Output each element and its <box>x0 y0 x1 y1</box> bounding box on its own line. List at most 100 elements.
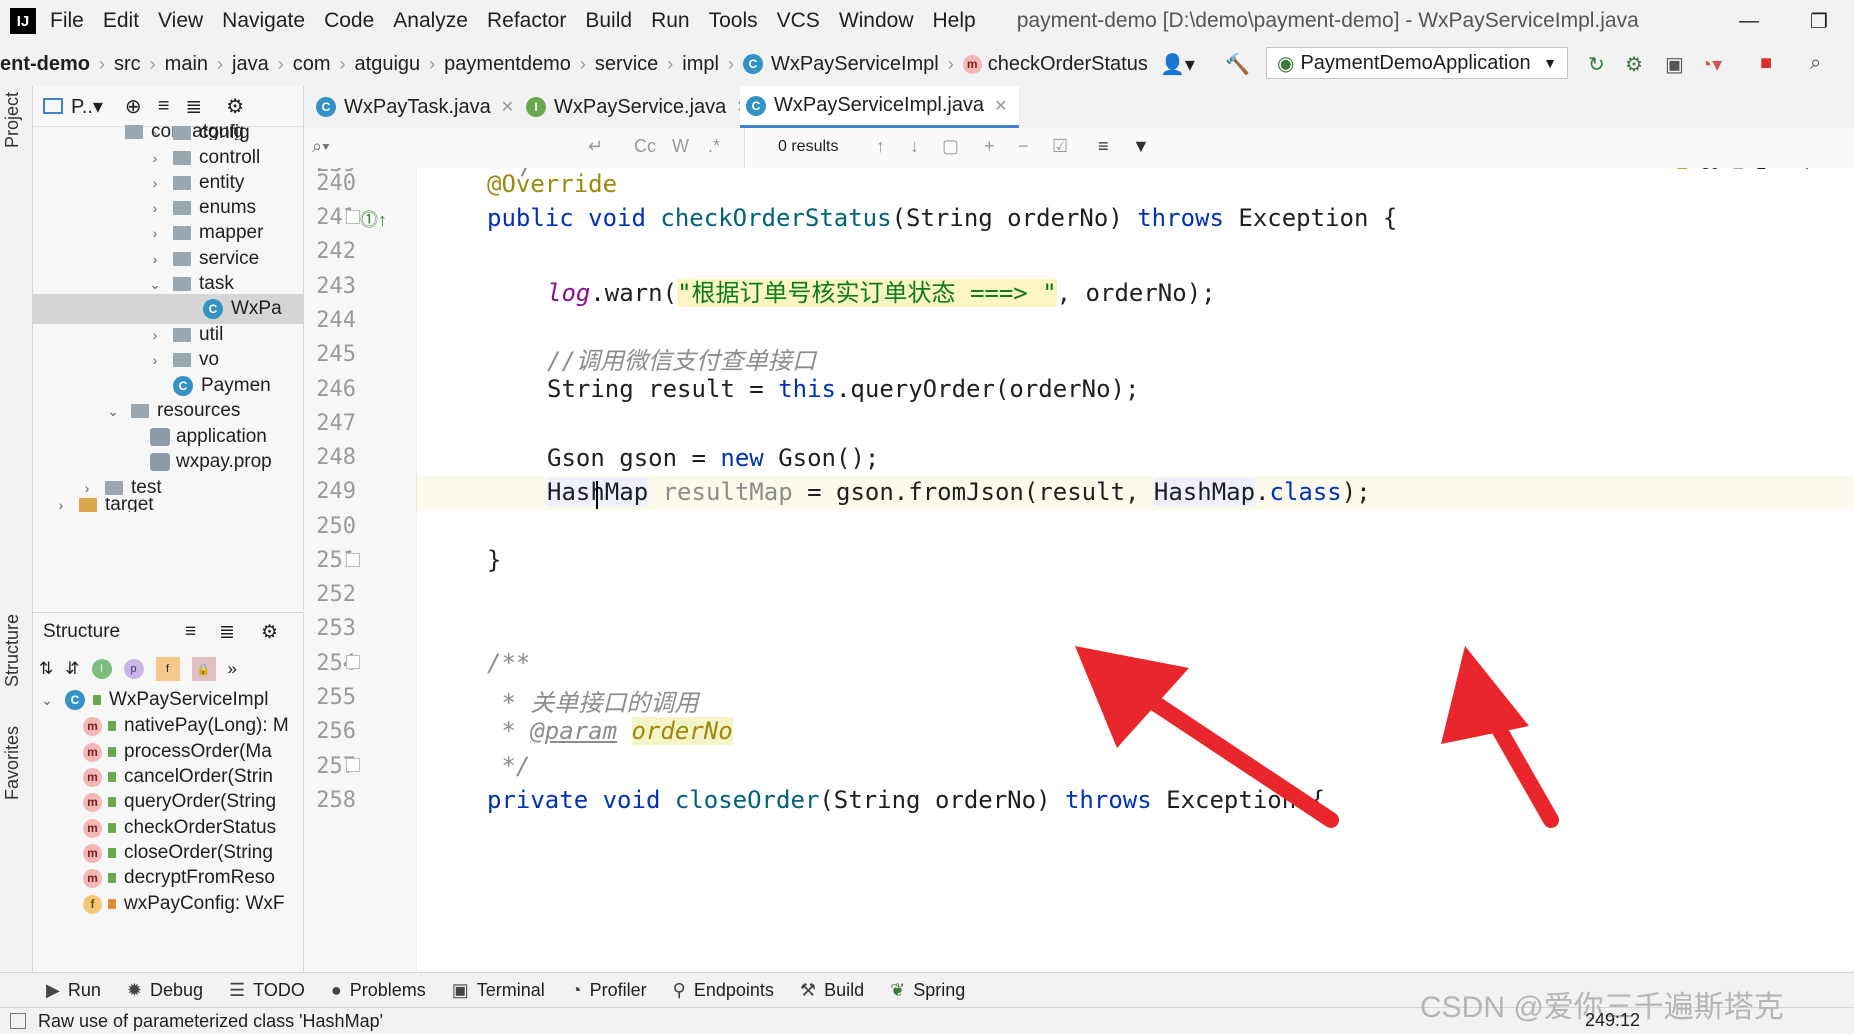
toolwindow-debug[interactable]: ✹ Debug <box>127 980 203 1001</box>
debug-icon[interactable]: ⚙ <box>1625 52 1643 77</box>
fold-icon[interactable] <box>346 553 360 567</box>
expand-all-icon[interactable]: ≡ <box>158 95 170 118</box>
collapse-all-icon[interactable]: ≣ <box>185 94 202 119</box>
close-icon[interactable]: ✕ <box>994 96 1007 116</box>
chevron-up-icon[interactable]: ⌃ <box>1820 168 1834 174</box>
code-editor[interactable]: ▲ 30 ▲ 2 ✔ 4 ⌃ */ @Override public void che… <box>417 168 1854 972</box>
chevron-down-icon: ⌄ <box>149 275 161 292</box>
user-icon[interactable]: 👤▾ <box>1160 52 1195 77</box>
menu-run[interactable]: Run <box>651 9 690 33</box>
add-selection-icon[interactable]: + <box>984 136 995 157</box>
next-occurrence-icon[interactable]: ↓ <box>910 136 919 157</box>
folder-icon <box>131 404 149 418</box>
regex-toggle[interactable]: .* <box>708 136 720 157</box>
project-view-select[interactable]: P..▾ <box>71 94 103 119</box>
show-fields-icon[interactable]: f <box>155 657 180 681</box>
show-inherited-icon[interactable]: I <box>91 659 112 679</box>
toolwindow-terminal[interactable]: ▣ Terminal <box>452 980 545 1001</box>
show-properties-icon[interactable]: p <box>123 659 144 679</box>
settings-gear-icon[interactable]: ⚙ <box>226 94 244 119</box>
tab-wxpaytask[interactable]: C WxPayTask.java ✕ <box>316 86 514 128</box>
sort-alpha-icon[interactable]: ⇅ <box>39 659 53 679</box>
search-input[interactable] <box>344 134 518 162</box>
menu-code[interactable]: Code <box>324 9 374 33</box>
restore-button[interactable]: ❐ <box>1784 9 1854 34</box>
search-everywhere-icon[interactable]: ⌕ <box>1810 52 1821 75</box>
method-icon: m <box>83 843 102 863</box>
fold-icon[interactable] <box>346 655 360 669</box>
menu-vcs[interactable]: VCS <box>777 9 820 33</box>
fold-icon[interactable] <box>346 758 360 772</box>
toolwindow-run[interactable]: ▶ Run <box>46 980 101 1001</box>
build-hammer-icon[interactable]: 🔨 <box>1225 52 1250 77</box>
menu-refactor[interactable]: Refactor <box>487 9 566 33</box>
sort-visibility-icon[interactable]: ⇵ <box>65 659 79 679</box>
tab-project[interactable]: Project <box>2 92 23 148</box>
more-icon[interactable]: » <box>228 659 237 679</box>
tree-item-wxpay-properties[interactable]: wxpay.prop <box>150 447 272 477</box>
menu-navigate[interactable]: Navigate <box>222 9 305 33</box>
whole-words-toggle[interactable]: W <box>672 136 689 157</box>
menu-analyze[interactable]: Analyze <box>393 9 468 33</box>
search-icon[interactable]: ⌕▾ <box>312 136 330 157</box>
tab-label: WxPayTask.java <box>344 95 491 118</box>
tab-structure[interactable]: Structure <box>2 614 23 687</box>
breadcrumb-com[interactable]: com <box>293 53 331 76</box>
match-case-toggle[interactable]: Cc <box>634 136 656 157</box>
menu-view[interactable]: View <box>158 9 203 33</box>
caret-position[interactable]: 249:12 <box>1585 1010 1640 1031</box>
breadcrumb-impl[interactable]: impl <box>682 53 719 76</box>
toolwindow-problems[interactable]: ● Problems <box>331 980 426 1001</box>
menu-tools[interactable]: Tools <box>709 9 758 33</box>
new-line-icon[interactable]: ↵ <box>588 136 603 157</box>
menu-window[interactable]: Window <box>839 9 914 33</box>
filter-options-icon[interactable]: ≡ <box>1098 136 1109 157</box>
minimize-button[interactable]: — <box>1714 10 1784 33</box>
inspection-widget[interactable]: ▲ 30 ▲ 2 ✔ 4 ⌃ <box>1674 168 1834 174</box>
show-non-public-icon[interactable]: 🔒 <box>191 657 216 681</box>
close-icon[interactable]: ✕ <box>501 97 514 117</box>
settings-gear-icon[interactable]: ⚙ <box>261 621 278 644</box>
remove-selection-icon[interactable]: − <box>1018 136 1029 157</box>
select-occurrences-icon[interactable]: ☑ <box>1052 136 1068 157</box>
tab-wxpayservice[interactable]: IWxPayService.java✕ <box>526 86 750 128</box>
breadcrumb-method[interactable]: checkOrderStatus <box>988 53 1148 76</box>
menu-help[interactable]: Help <box>933 9 976 33</box>
menu-build[interactable]: Build <box>585 9 632 33</box>
breadcrumb-paymentdemo[interactable]: paymentdemo <box>444 53 571 76</box>
fold-icon[interactable] <box>346 210 360 224</box>
structure-member[interactable]: f wxPayConfig: WxF <box>83 889 284 919</box>
breadcrumb-java[interactable]: java <box>232 53 269 76</box>
profiler-icon[interactable]: ◔▾ <box>1700 52 1722 77</box>
select-all-occurrences-icon[interactable]: ▢ <box>942 136 959 157</box>
breadcrumb-class[interactable]: WxPayServiceImpl <box>771 53 939 76</box>
stop-icon[interactable]: ■ <box>1760 52 1772 75</box>
menu-file[interactable]: File <box>50 9 84 33</box>
toolwindow-endpoints[interactable]: ⚲ Endpoints <box>673 980 774 1001</box>
toolwindow-build[interactable]: ⚒ Build <box>800 980 864 1001</box>
implements-method-icon[interactable]: ⓵↑ <box>360 206 387 232</box>
coverage-icon[interactable]: ▣ <box>1665 52 1684 77</box>
locate-icon[interactable]: ⊕ <box>125 94 142 119</box>
config-file-icon <box>150 428 170 446</box>
tab-wxpayserviceimpl[interactable]: C WxPayServiceImpl.java ✕ <box>740 86 1020 128</box>
breadcrumb-main[interactable]: main <box>165 53 208 76</box>
menu-edit[interactable]: Edit <box>103 9 139 33</box>
breadcrumb-atguigu[interactable]: atguigu <box>355 53 421 76</box>
expand-all-icon[interactable]: ≡ <box>185 621 196 643</box>
toolwindow-profiler[interactable]: ◔ Profiler <box>571 980 647 1001</box>
tab-favorites[interactable]: Favorites <box>2 726 23 800</box>
status-toggle-icon[interactable] <box>10 1013 26 1029</box>
collapse-all-icon[interactable]: ≣ <box>219 621 235 644</box>
run-configuration-select[interactable]: ◉ PaymentDemoApplication ▼ <box>1266 47 1568 79</box>
tree-item-target[interactable]: › target <box>51 498 154 512</box>
code-line: log.warn("根据订单号核实订单状态 ===> ", orderNo); <box>547 279 1216 307</box>
rerun-icon[interactable]: ↻ <box>1588 52 1605 77</box>
previous-occurrence-icon[interactable]: ↑ <box>876 136 885 157</box>
toolwindow-spring[interactable]: ❦ Spring <box>890 980 965 1001</box>
filter-icon[interactable]: ▼ <box>1132 136 1150 157</box>
breadcrumb-src[interactable]: src <box>114 53 141 76</box>
toolwindow-todo[interactable]: ☰ TODO <box>229 980 305 1001</box>
breadcrumb-project[interactable]: ent-demo <box>0 53 90 76</box>
breadcrumb-service[interactable]: service <box>595 53 658 76</box>
